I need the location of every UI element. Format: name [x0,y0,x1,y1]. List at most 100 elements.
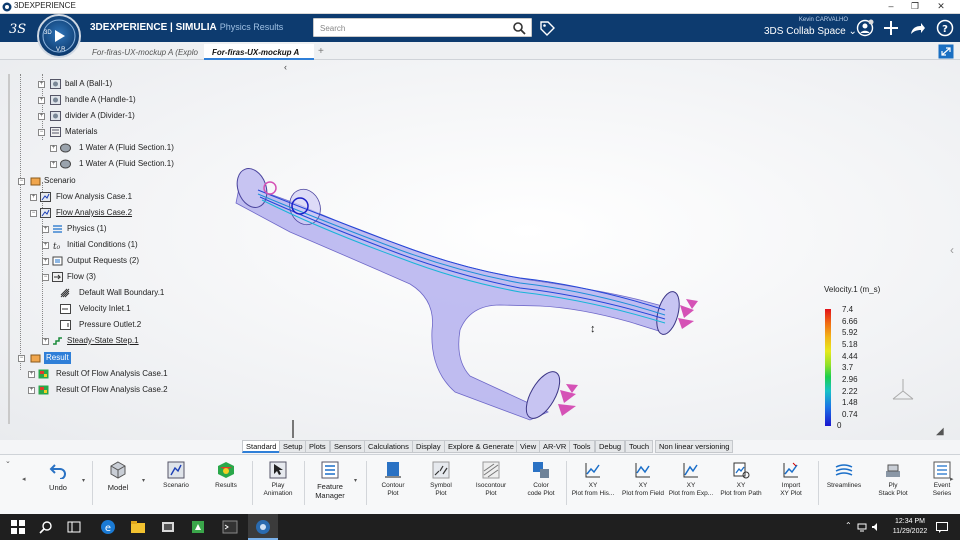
collapse-tree-icon[interactable]: ‹ [284,62,287,72]
import-xy-plot-button[interactable]: Import XY Plot [768,455,814,511]
expand-icon[interactable]: + [28,371,35,378]
windows-start-icon[interactable] [10,519,26,535]
expand-icon[interactable]: + [42,242,49,249]
streamlines-button[interactable]: Streamlines [822,455,866,511]
tray-chevron-icon[interactable]: ⌃ [845,521,852,530]
undo-button[interactable]: Undo [38,455,78,511]
xy-plot-from-expression-button[interactable]: XY Plot from Exp... [668,455,714,511]
tab-display[interactable]: Display [412,440,445,453]
app-icon-1[interactable] [160,519,176,535]
user-name: Kevin CARVALHO [798,17,848,23]
file-explorer-icon[interactable] [130,519,146,535]
color-code-plot-button[interactable]: Color code Plot [520,455,562,511]
collapse-icon[interactable]: − [30,210,37,217]
share-icon[interactable] [908,19,926,37]
notifications-icon[interactable] [936,522,948,533]
xy-plot-from-path-button[interactable]: XY Plot from Path [716,455,766,511]
taskbar-clock-date[interactable]: 11/29/2022 [888,528,932,535]
xy-plot-from-field-button[interactable]: XY Plot from Field [618,455,668,511]
tab-plots[interactable]: Plots [305,440,330,453]
app-icon-2[interactable] [190,519,206,535]
terminal-icon[interactable] [222,519,238,535]
tab-calculations[interactable]: Calculations [364,440,413,453]
window-titlebar: 3DEXPERIENCE – ❐ ✕ [0,0,960,14]
contour-plot-button[interactable]: Contour Plot [372,455,414,511]
tree-line [20,74,21,370]
tab-non-linear-versioning[interactable]: Non linear versioning [655,440,734,453]
add-icon[interactable] [882,19,900,37]
taskbar-clock-time[interactable]: 12:34 PM [888,518,932,525]
ds-logo-icon: 3S [9,22,26,37]
taskbar-search-icon[interactable] [38,519,54,535]
legend-value: 4.44 [842,352,858,361]
specification-tree[interactable]: + ball A (Ball-1) + handle A (Handle-1) … [8,74,298,434]
add-tab-button[interactable]: + [314,44,334,60]
search-icon[interactable] [512,21,526,35]
tree-scrollbar[interactable] [8,74,10,424]
app-header: 3S 3DEXPERIENCE | SIMULIA Physics Results… [0,14,960,42]
minimize-button[interactable]: – [880,0,902,14]
profile-icon[interactable] [856,19,874,37]
compass-widget[interactable]: 3D V,R [37,14,81,58]
right-panel-toggle-icon[interactable]: ‹ [950,243,954,257]
expand-icon[interactable]: + [50,161,57,168]
result-case-icon [38,385,49,395]
tag-icon[interactable] [538,19,556,37]
tab-debug[interactable]: Debug [595,440,626,453]
collapse-icon[interactable]: − [18,178,25,185]
tab-view[interactable]: View [516,440,541,453]
play-animation-button[interactable]: Play Animation [258,455,298,511]
tab-explore-generate[interactable]: Explore & Generate [444,440,518,453]
axis-triad-icon[interactable] [888,375,918,405]
expand-icon[interactable]: + [42,258,49,265]
model-button[interactable]: Model [98,455,138,511]
expand-icon[interactable]: + [38,81,45,88]
expand-icon[interactable]: + [42,226,49,233]
feature-manager-dropdown-icon[interactable]: ▾ [354,477,357,484]
fullscreen-icon[interactable] [938,44,954,59]
results-button[interactable]: Results [206,455,246,511]
collapse-icon[interactable]: − [18,355,25,362]
collab-space-selector[interactable]: 3DS Collab Space ⌄ [764,26,857,37]
ribbon-scroll-left-icon[interactable]: ◂ [22,475,26,483]
expand-icon[interactable]: + [50,145,57,152]
isocontour-plot-button[interactable]: Isocontour Plot [468,455,514,511]
collapse-icon[interactable]: − [42,274,49,281]
model-dropdown-icon[interactable]: ▾ [142,477,145,484]
tab-standard[interactable]: Standard [242,440,281,453]
restore-button[interactable]: ❐ [904,0,926,14]
tray-volume-icon[interactable] [871,522,881,532]
close-button[interactable]: ✕ [930,0,952,14]
tray-network-icon[interactable] [857,522,867,532]
tab-ar-vr[interactable]: AR-VR [539,440,571,453]
task-view-icon[interactable] [66,519,82,535]
tab-setup[interactable]: Setup [279,440,307,453]
search-input[interactable]: Search [313,18,532,37]
expand-icon[interactable]: + [38,97,45,104]
resize-corner-icon[interactable]: ◢ [936,426,944,437]
tab-explore[interactable]: For-firas-UX-mockup A (Explo [84,44,202,60]
expand-icon[interactable]: + [38,113,45,120]
symbol-plot-button[interactable]: Symbol Plot [420,455,462,511]
scenario-button[interactable]: Scenario [156,455,196,511]
event-series-button[interactable]: Event Series [922,455,960,511]
expand-icon[interactable]: + [30,194,37,201]
expand-icon[interactable]: + [28,387,35,394]
ribbon-expand-icon[interactable]: ⌄ [5,457,11,465]
tab-touch[interactable]: Touch [625,440,654,453]
event-series-icon [933,461,951,479]
expand-icon[interactable]: + [42,338,49,345]
tab-active[interactable]: For-firas-UX-mockup A [204,44,314,60]
output-requests-icon [52,256,63,266]
help-icon[interactable]: ? [936,19,954,37]
tab-tools[interactable]: Tools [569,440,595,453]
feature-manager-button[interactable]: Feature Manager [310,455,350,511]
collapse-icon[interactable]: − [38,129,45,136]
ply-stack-plot-button[interactable]: Ply Stack Plot [872,455,914,511]
xy-field-icon [635,463,650,478]
edge-icon[interactable]: e [100,519,116,535]
taskbar-active-app[interactable] [248,514,278,540]
xy-plot-from-history-button[interactable]: XY Plot from His... [568,455,618,511]
undo-dropdown-icon[interactable]: ▾ [82,477,85,484]
tab-sensors[interactable]: Sensors [330,440,366,453]
